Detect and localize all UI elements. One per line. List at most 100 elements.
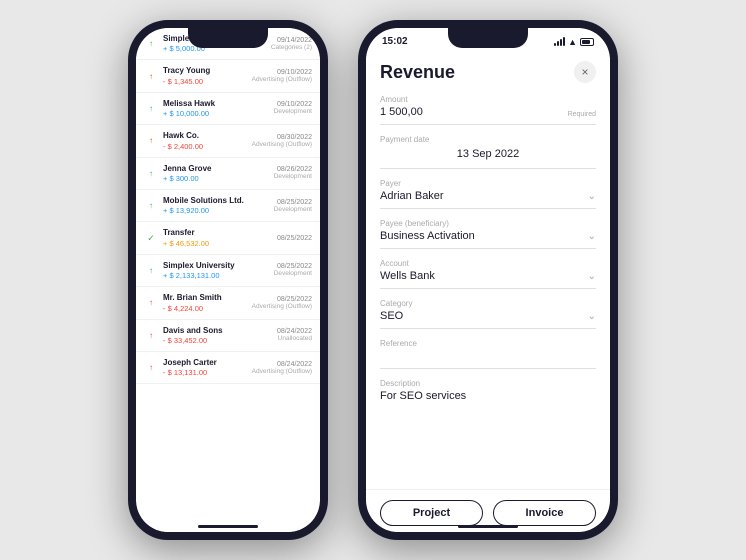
amount-value[interactable]: 1 500,00	[380, 106, 423, 118]
reference-label: Reference	[380, 339, 596, 348]
tx-name: Simplex University	[163, 261, 269, 271]
tx-icon: ↑	[144, 134, 158, 148]
status-time: 15:02	[382, 36, 408, 47]
tx-icon: ↑	[144, 296, 158, 310]
tx-name: Mobile Solutions Ltd.	[163, 196, 269, 206]
tx-name: Jenna Grove	[163, 164, 269, 174]
right-phone: 15:02 ▲ Revenue ×	[358, 20, 618, 540]
tx-category: Development	[274, 108, 312, 115]
tx-name: Tracy Young	[163, 66, 247, 76]
home-indicator-right	[458, 525, 518, 528]
invoice-button[interactable]: Invoice	[493, 500, 596, 526]
tx-category: Development	[274, 270, 312, 277]
amount-field: Amount 1 500,00 Required	[380, 95, 596, 125]
description-field: Description For SEO services	[380, 379, 596, 442]
signal-icon	[554, 37, 565, 46]
category-label: Category	[380, 299, 596, 308]
payment-date-field: Payment date 13 Sep 2022	[380, 135, 596, 169]
tx-icon: ↑	[144, 199, 158, 213]
tx-category: Categories (2)	[271, 44, 312, 51]
battery-icon	[580, 38, 594, 46]
tx-icon: ↑	[144, 328, 158, 342]
tx-icon: ↑	[144, 101, 158, 115]
transaction-item[interactable]: ↑ Mr. Brian Smith - $ 4,224.00 08/25/202…	[136, 287, 320, 319]
tx-category: Advertising (Outflow)	[252, 76, 312, 83]
right-screen: 15:02 ▲ Revenue ×	[366, 28, 610, 532]
category-chevron: ⌄	[588, 311, 596, 322]
tx-amount: + $ 13,920.00	[163, 206, 269, 215]
tx-amount: + $ 2,133,131.00	[163, 271, 269, 280]
transaction-item[interactable]: ↑ Simplex University + $ 2,133,131.00 08…	[136, 255, 320, 287]
tx-date: 08/25/2022	[274, 263, 312, 270]
category-field: Category SEO ⌄	[380, 299, 596, 329]
payer-chevron: ⌄	[588, 191, 596, 202]
home-indicator-left	[198, 525, 258, 528]
transaction-item[interactable]: ↑ Mobile Solutions Ltd. + $ 13,920.00 08…	[136, 190, 320, 222]
description-value[interactable]: For SEO services	[380, 390, 596, 402]
tx-date: 09/14/2022	[271, 37, 312, 44]
payee-field: Payee (beneficiary) Business Activation …	[380, 219, 596, 249]
wifi-icon: ▲	[568, 37, 577, 47]
tx-icon: ↑	[144, 361, 158, 375]
payee-label: Payee (beneficiary)	[380, 219, 596, 228]
payee-chevron: ⌄	[588, 231, 596, 242]
transaction-item[interactable]: ↑ Tracy Young - $ 1,345.00 09/10/2022 Ad…	[136, 60, 320, 92]
account-label: Account	[380, 259, 596, 268]
tx-category: Development	[274, 206, 312, 213]
revenue-title: Revenue	[380, 62, 455, 83]
tx-date: 09/10/2022	[252, 69, 312, 76]
transaction-item[interactable]: ↑ Joseph Carter - $ 13,131.00 08/24/2022…	[136, 352, 320, 384]
tx-icon: ↑	[144, 166, 158, 180]
tx-category: Unallocated	[277, 335, 312, 342]
transaction-item[interactable]: ✓ Transfer + $ 46,532.00 08/25/2022	[136, 222, 320, 254]
tx-icon: ↑	[144, 263, 158, 277]
tx-amount: + $ 300.00	[163, 174, 269, 183]
payer-label: Payer	[380, 179, 596, 188]
revenue-header: Revenue ×	[380, 61, 596, 83]
category-value[interactable]: SEO	[380, 310, 403, 322]
tx-date: 08/25/2022	[277, 235, 312, 242]
tx-date: 08/25/2022	[274, 199, 312, 206]
left-screen: ↑ Simplex University + $ 5,000.00 09/14/…	[136, 28, 320, 532]
tx-name: Hawk Co.	[163, 131, 247, 141]
status-icons: ▲	[554, 37, 594, 47]
reference-value[interactable]	[380, 350, 596, 362]
tx-icon: ✓	[144, 231, 158, 245]
payer-field: Payer Adrian Baker ⌄	[380, 179, 596, 209]
notch-left	[188, 28, 268, 48]
close-button[interactable]: ×	[574, 61, 596, 83]
payer-value[interactable]: Adrian Baker	[380, 190, 444, 202]
account-chevron: ⌄	[588, 271, 596, 282]
tx-date: 08/24/2022	[252, 361, 312, 368]
transaction-item[interactable]: ↑ Melissa Hawk + $ 10,000.00 09/10/2022 …	[136, 93, 320, 125]
tx-icon: ↑	[144, 69, 158, 83]
payee-value[interactable]: Business Activation	[380, 230, 475, 242]
tx-amount: - $ 2,400.00	[163, 142, 247, 151]
transaction-list: ↑ Simplex University + $ 5,000.00 09/14/…	[136, 28, 320, 532]
tx-name: Davis and Sons	[163, 326, 272, 336]
account-value[interactable]: Wells Bank	[380, 270, 435, 282]
tx-name: Transfer	[163, 228, 272, 238]
tx-date: 08/24/2022	[277, 328, 312, 335]
tx-name: Mr. Brian Smith	[163, 293, 247, 303]
transaction-item[interactable]: ↑ Davis and Sons - $ 33,452.00 08/24/202…	[136, 320, 320, 352]
tx-amount: + $ 10,000.00	[163, 109, 269, 118]
tx-date: 09/10/2022	[274, 101, 312, 108]
transaction-item[interactable]: ↑ Jenna Grove + $ 300.00 08/26/2022 Deve…	[136, 158, 320, 190]
tx-date: 08/26/2022	[274, 166, 312, 173]
payment-date-label: Payment date	[380, 135, 596, 144]
tx-amount: - $ 4,224.00	[163, 304, 247, 313]
description-label: Description	[380, 379, 596, 388]
tx-category: Development	[274, 173, 312, 180]
tx-category: Advertising (Outflow)	[252, 303, 312, 310]
tx-name: Joseph Carter	[163, 358, 247, 368]
payment-date-value[interactable]: 13 Sep 2022	[380, 146, 596, 162]
amount-required: Required	[568, 111, 596, 118]
tx-amount: - $ 1,345.00	[163, 77, 247, 86]
reference-field: Reference	[380, 339, 596, 369]
transaction-item[interactable]: ↑ Hawk Co. - $ 2,400.00 08/30/2022 Adver…	[136, 125, 320, 157]
tx-amount: - $ 33,452.00	[163, 336, 272, 345]
project-button[interactable]: Project	[380, 500, 483, 526]
tx-icon: ↑	[144, 37, 158, 51]
revenue-sheet: Revenue × Amount 1 500,00 Required Payme…	[366, 51, 610, 525]
